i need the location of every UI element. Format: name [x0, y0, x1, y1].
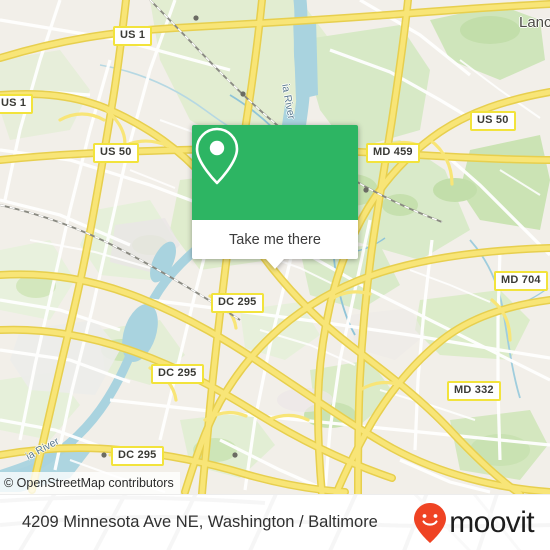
attribution-text: © OpenStreetMap contributors: [4, 476, 174, 490]
road-shield-us50-east: US 50: [470, 111, 516, 131]
road-shield-us50-west: US 50: [93, 143, 139, 163]
road-shield-us1-north: US 1: [113, 26, 153, 46]
popup-action-bar[interactable]: Take me there: [192, 220, 358, 259]
road-shield-dc295-middle: DC 295: [151, 364, 204, 384]
destination-popup[interactable]: Take me there: [192, 125, 358, 269]
road-shield-md332: MD 332: [447, 381, 501, 401]
moovit-wordmark: moovit: [449, 505, 534, 539]
road-shield-us1-west: US 1: [0, 94, 34, 114]
popup-pointer-tail: [266, 259, 284, 269]
map-canvas[interactable]: US 1 US 1 US 50 MD 459 US 50 MD 704 DC 2…: [0, 0, 550, 494]
footer-bar: 4209 Minnesota Ave NE, Washington / Balt…: [0, 494, 550, 550]
popup-header: [192, 125, 358, 220]
road-shield-dc295-upper: DC 295: [211, 293, 264, 313]
road-shield-md704: MD 704: [494, 271, 548, 291]
place-label-landover: Lanc: [519, 14, 550, 31]
moovit-logo[interactable]: moovit: [413, 502, 535, 544]
take-me-there-label: Take me there: [229, 231, 321, 248]
app-screen: US 1 US 1 US 50 MD 459 US 50 MD 704 DC 2…: [0, 0, 550, 550]
road-shield-dc295-lower: DC 295: [111, 446, 164, 466]
address-label: 4209 Minnesota Ave NE, Washington / Balt…: [22, 513, 378, 531]
road-shield-md459: MD 459: [366, 143, 420, 163]
map-pin-icon: [195, 127, 239, 185]
map-attribution[interactable]: © OpenStreetMap contributors: [0, 472, 180, 494]
moovit-smiley-pin-icon: [414, 502, 447, 543]
